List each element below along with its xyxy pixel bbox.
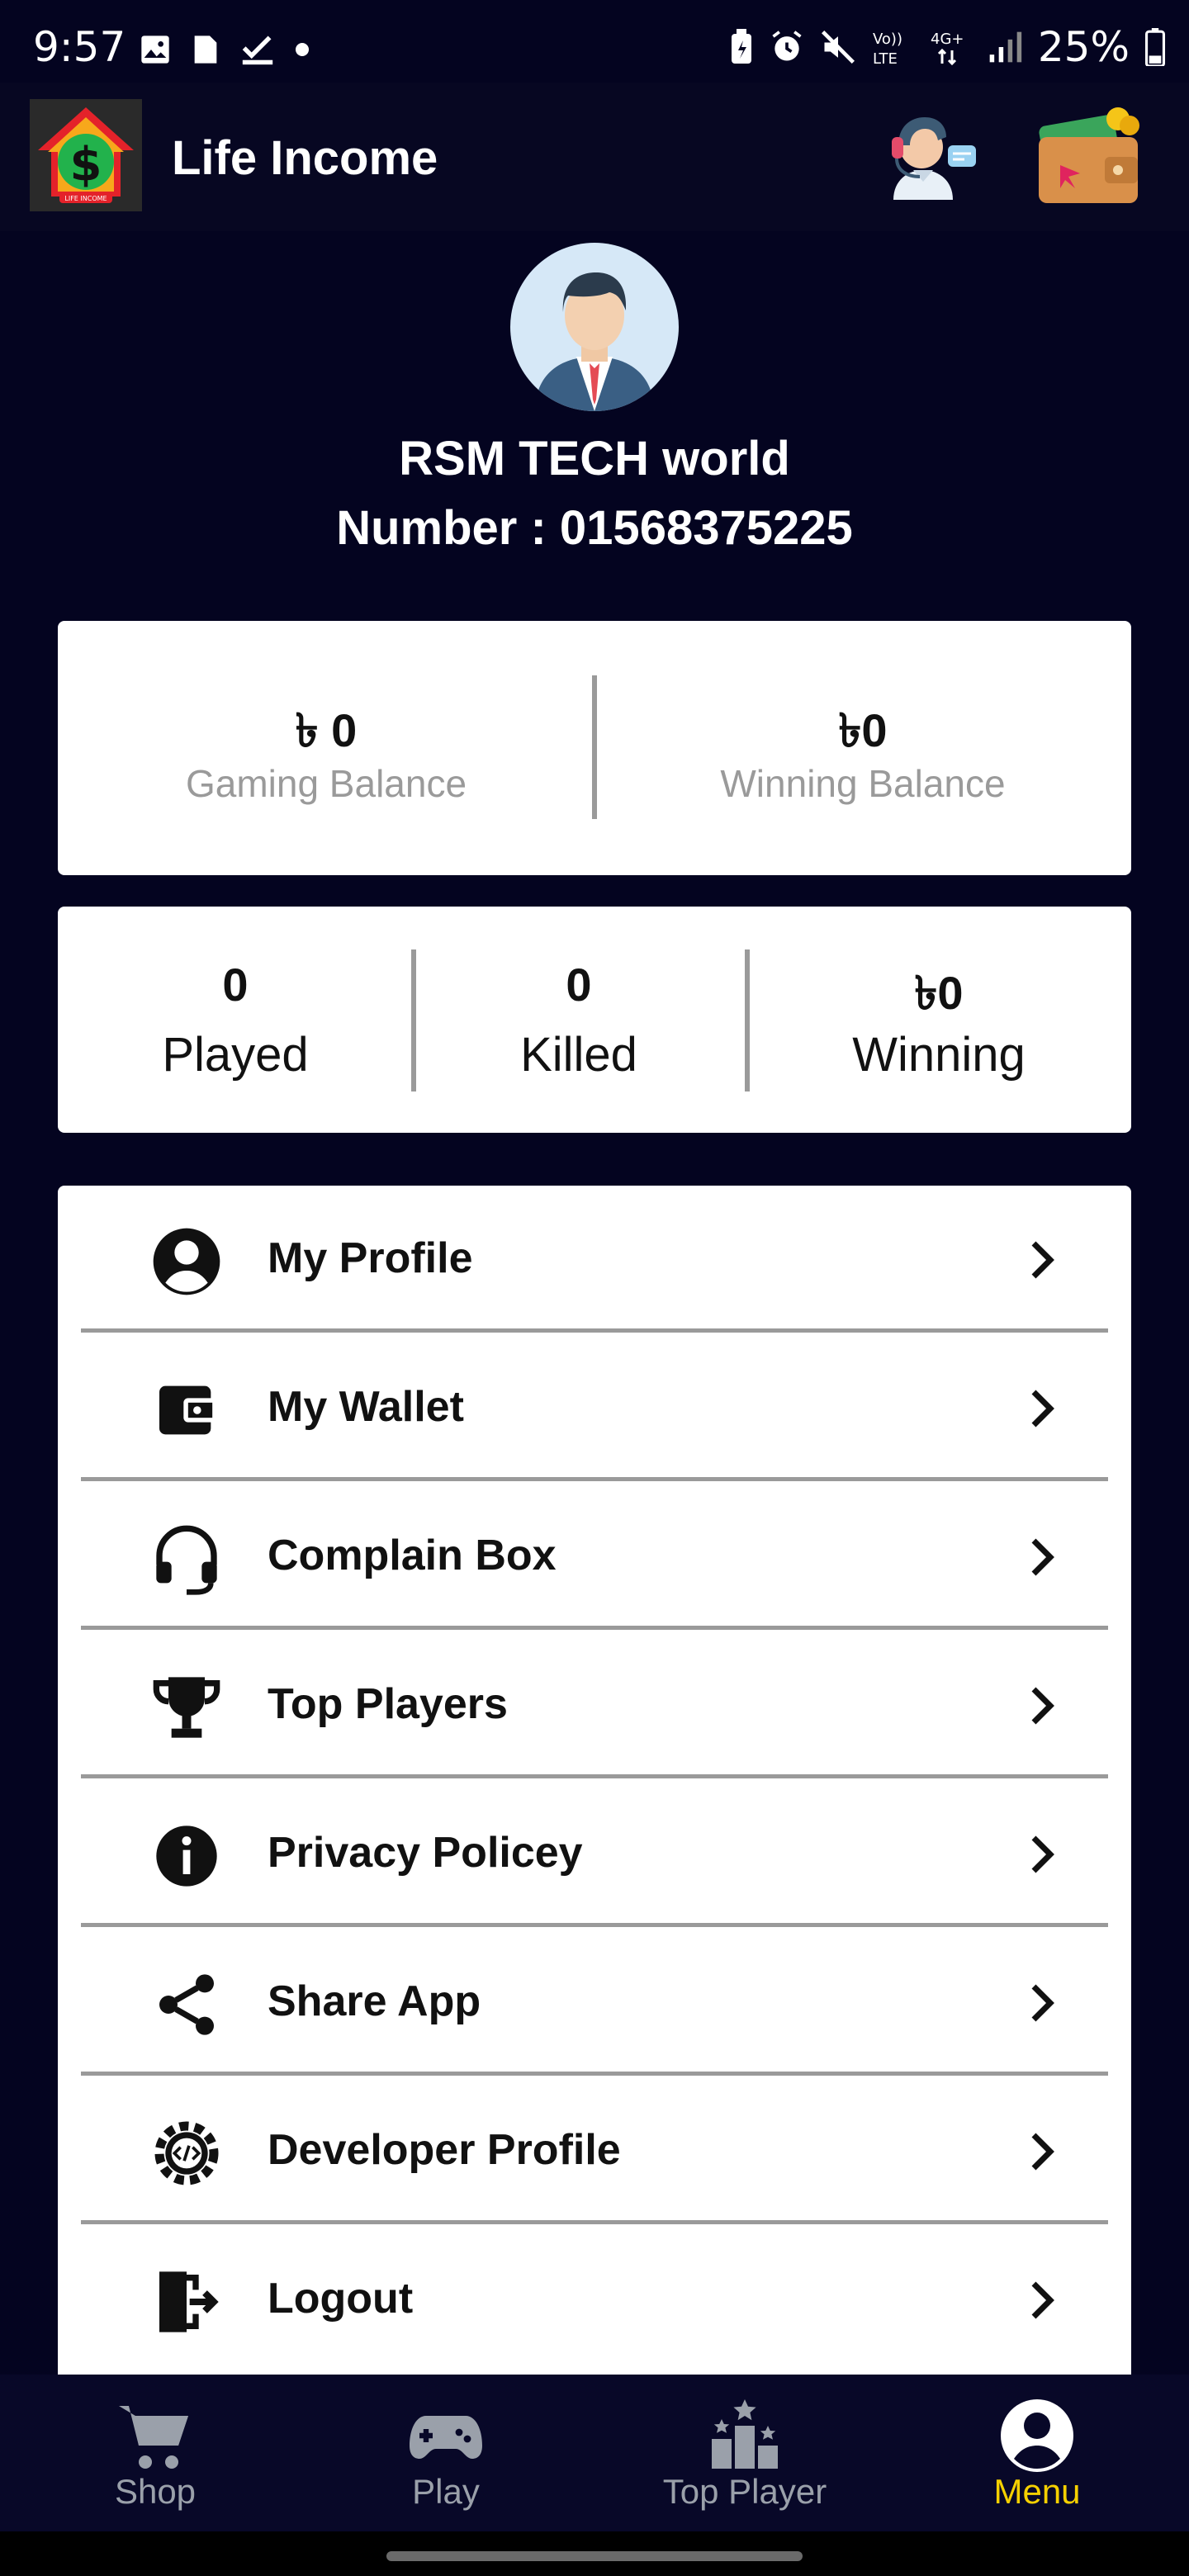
volte-icon: Vo)) LTE: [873, 31, 902, 67]
wallet-icon: [159, 1385, 217, 1435]
customer-support-icon[interactable]: [869, 101, 981, 213]
nav-shop[interactable]: Shop: [31, 2375, 279, 2531]
dot-icon: [296, 43, 309, 56]
menu-item-logout[interactable]: Logout: [81, 2226, 1108, 2373]
nav-top-player[interactable]: Top Player: [621, 2375, 869, 2531]
bottom-navigation: Shop Play Top Player Menu: [0, 2375, 1189, 2531]
menu-item-label: My Profile: [268, 1234, 473, 1282]
nav-label: Shop: [114, 2472, 197, 2511]
chevron-right-icon: [1031, 2133, 1054, 2171]
profile-name: RSM TECH world: [399, 432, 790, 485]
svg-text:LTE: LTE: [873, 50, 898, 67]
alarm-icon: [772, 31, 802, 61]
system-icons: Vo)) LTE 4G+ 25%: [729, 23, 1166, 71]
svg-text:$: $: [70, 138, 102, 192]
menu-item-label: Developer Profile: [268, 2126, 621, 2174]
gaming-balance-label: Gaming Balance: [185, 762, 467, 805]
menu-item-label: My Wallet: [268, 1383, 464, 1431]
status-bar: 9:57 Vo)) LTE 4G+ 25%: [0, 0, 1189, 83]
status-time: 9:57: [33, 23, 126, 71]
gaming-balance: ৳ 0 Gaming Balance: [58, 621, 594, 875]
menu-item-label: Logout: [268, 2275, 414, 2323]
divider: [81, 1774, 1108, 1778]
nav-play[interactable]: Play: [322, 2375, 570, 2531]
network-type-icon: 4G+: [931, 31, 964, 66]
menu-item-my-profile[interactable]: My Profile: [81, 1186, 1108, 1333]
stat-label: Winning: [852, 1028, 1026, 1082]
app-bar: $ LIFE INCOME Life Income: [0, 83, 1189, 231]
svg-text:LIFE INCOME: LIFE INCOME: [64, 195, 107, 202]
stat-killed: 0 Killed: [413, 907, 745, 1133]
wallet-icon[interactable]: [1035, 101, 1143, 208]
stat-value: 0: [566, 959, 592, 1011]
winning-balance-label: Winning Balance: [720, 762, 1006, 805]
divider: [81, 1626, 1108, 1630]
account-circle-icon: [153, 1228, 220, 1295]
divider: [81, 1923, 1108, 1927]
balance-card: ৳ 0 Gaming Balance ৳0 Winning Balance: [58, 621, 1131, 875]
menu-item-complain-box[interactable]: Complain Box: [81, 1483, 1108, 1630]
battery-saver-icon: [731, 29, 751, 64]
chevron-right-icon: [1031, 1241, 1054, 1279]
divider: [81, 2220, 1108, 2224]
stat-winning: ৳0 Winning: [746, 907, 1131, 1133]
menu-list: My Profile My Wallet Complain Box Top Pl…: [58, 1186, 1131, 2375]
divider: [81, 2072, 1108, 2076]
podium-icon: [712, 2399, 778, 2469]
notification-icons: [139, 33, 310, 66]
divider: [81, 1328, 1108, 1333]
nav-label: Top Player: [662, 2472, 827, 2511]
logout-icon: [159, 2271, 219, 2332]
stat-label: Killed: [520, 1028, 637, 1082]
account-circle-icon: [1001, 2399, 1073, 2472]
share-icon: [159, 1974, 214, 2035]
winning-balance: ৳0 Winning Balance: [594, 621, 1131, 875]
menu-item-top-players[interactable]: Top Players: [81, 1631, 1108, 1778]
menu-item-label: Top Players: [268, 1680, 508, 1728]
app-title: Life Income: [172, 131, 438, 185]
mute-icon: [821, 31, 855, 64]
gamepad-icon: [410, 2416, 482, 2459]
menu-item-label: Complain Box: [268, 1532, 557, 1579]
menu-item-privacy-policy[interactable]: Privacy Policey: [81, 1780, 1108, 1927]
stat-value: 0: [222, 959, 249, 1011]
nav-label: Play: [412, 2472, 480, 2511]
battery-percentage: 25%: [1037, 23, 1130, 71]
stat-value: ৳0: [914, 967, 964, 1019]
profile-number: Number : 01568375225: [336, 501, 853, 555]
stats-card: 0 Played 0 Killed ৳0 Winning: [58, 907, 1131, 1133]
avatar: [510, 243, 679, 411]
menu-item-developer-profile[interactable]: Developer Profile: [81, 2077, 1108, 2224]
sim-icon: [194, 36, 217, 64]
nav-menu[interactable]: Menu: [913, 2375, 1161, 2531]
chevron-right-icon: [1031, 1390, 1054, 1428]
menu-item-my-wallet[interactable]: My Wallet: [81, 1334, 1108, 1481]
check-icon: [242, 36, 273, 65]
menu-item-share-app[interactable]: Share App: [81, 1929, 1108, 2076]
menu-item-label: Share App: [268, 1977, 481, 2025]
headset-icon: [156, 1525, 217, 1595]
chevron-right-icon: [1031, 1687, 1054, 1725]
svg-text:Vo)): Vo)): [873, 31, 902, 48]
stat-played: 0 Played: [58, 907, 413, 1133]
menu-item-label: Privacy Policey: [268, 1829, 583, 1877]
chevron-right-icon: [1031, 1538, 1054, 1576]
stat-label: Played: [162, 1028, 309, 1082]
battery-icon: [1144, 28, 1166, 66]
chevron-right-icon: [1031, 1984, 1054, 2022]
app-logo: $ LIFE INCOME: [30, 99, 142, 211]
svg-text:4G+: 4G+: [931, 31, 964, 48]
image-icon: [141, 36, 169, 64]
nav-label: Menu: [993, 2472, 1081, 2511]
developer-gear-icon: [154, 2121, 219, 2185]
signal-icon: [989, 31, 1022, 63]
cart-icon: [119, 2406, 188, 2469]
home-gesture-bar[interactable]: [386, 2551, 803, 2561]
divider: [81, 1477, 1108, 1481]
info-icon: [156, 1825, 217, 1887]
chevron-right-icon: [1031, 2281, 1054, 2319]
chevron-right-icon: [1031, 1835, 1054, 1873]
trophy-icon: [153, 1677, 220, 1738]
